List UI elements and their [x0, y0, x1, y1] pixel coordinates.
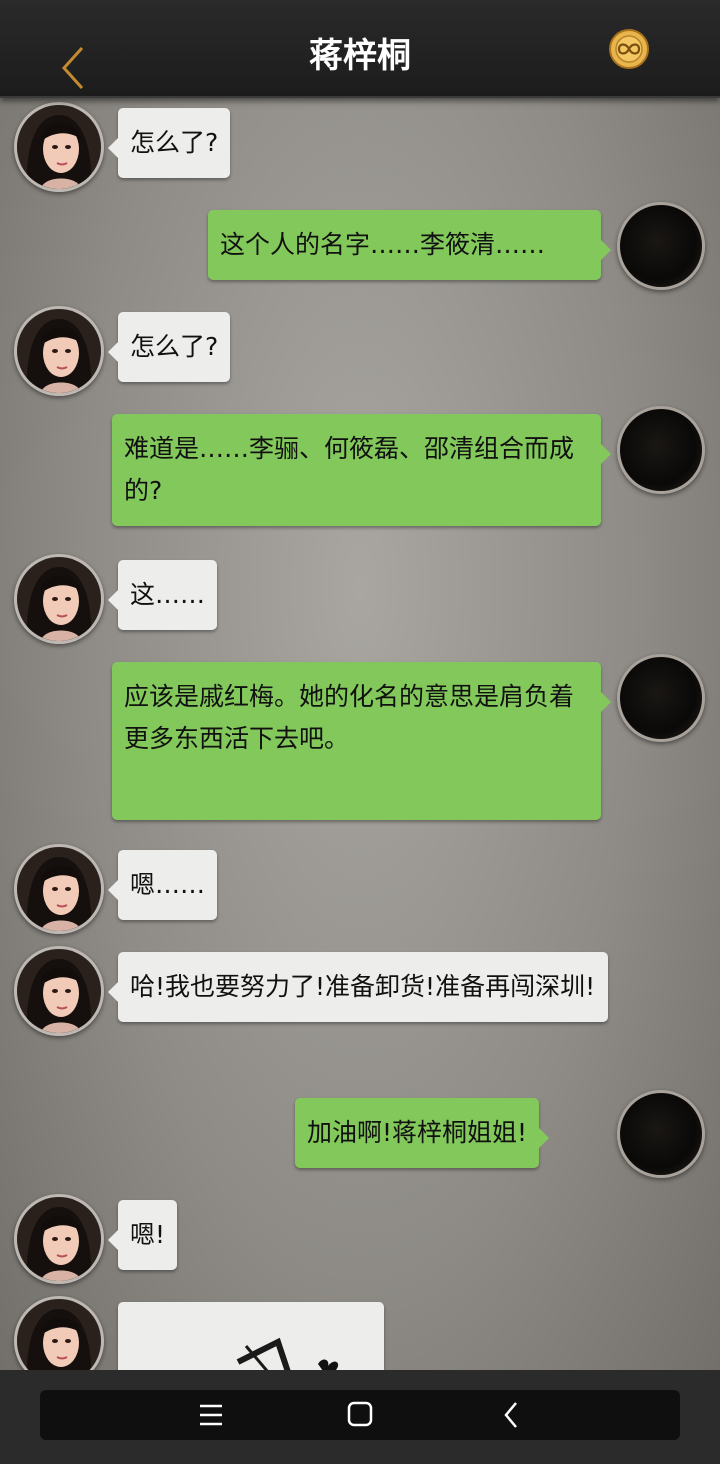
- message-text: 加油啊!蒋梓桐姐姐!: [307, 1118, 528, 1147]
- woman-portrait-icon: [17, 949, 101, 1033]
- my-avatar[interactable]: [617, 202, 705, 290]
- dark-avatar-icon: [620, 1093, 702, 1175]
- message-text: 这个人的名字……李筱清……: [220, 230, 546, 259]
- system-back-button[interactable]: [490, 1400, 530, 1430]
- message-bubble[interactable]: 嗯!: [107, 1200, 178, 1270]
- message-bubble[interactable]: 应该是戚红梅。她的化名的意思是肩负着更多东西活下去吧。: [112, 662, 611, 820]
- woman-portrait-icon: [17, 1197, 101, 1281]
- system-navigation-bar: [0, 1370, 720, 1464]
- message-text: 应该是戚红梅。她的化名的意思是肩负着更多东西活下去吧。: [124, 682, 575, 753]
- message-text: 这……: [130, 580, 206, 609]
- contact-avatar[interactable]: [14, 1194, 104, 1284]
- contact-avatar[interactable]: [14, 946, 104, 1036]
- message-text: 怎么了?: [130, 332, 219, 361]
- dark-avatar-icon: [620, 657, 702, 739]
- image-message-bubble[interactable]: [118, 1302, 384, 1370]
- woman-portrait-icon: [17, 105, 101, 189]
- sketch-drawing-icon: [236, 1337, 339, 1370]
- infinite-coin-button[interactable]: [608, 28, 650, 70]
- contact-avatar[interactable]: [14, 306, 104, 396]
- chat-header: 蒋梓桐: [0, 0, 720, 98]
- message-text: 嗯……: [130, 870, 206, 899]
- woman-portrait-icon: [17, 557, 101, 641]
- message-text: 嗯!: [130, 1220, 166, 1249]
- message-bubble[interactable]: 怎么了?: [107, 312, 231, 382]
- message-bubble[interactable]: 这个人的名字……李筱清……: [208, 210, 611, 280]
- menu-icon: [200, 1404, 222, 1426]
- contact-avatar[interactable]: [14, 1296, 104, 1370]
- message-bubble[interactable]: 这……: [107, 560, 218, 630]
- gold-coin-infinity-icon: [609, 29, 649, 69]
- dark-avatar-icon: [620, 205, 702, 287]
- dark-avatar-icon: [620, 409, 702, 491]
- home-button[interactable]: [340, 1400, 380, 1430]
- contact-avatar[interactable]: [14, 554, 104, 644]
- message-list[interactable]: 怎么了? 这个人的名字……李筱清…… 怎么了? 难道是……李骊、何筱磊、邵清组合…: [0, 98, 720, 1370]
- message-bubble[interactable]: 难道是……李骊、何筱磊、邵清组合而成的?: [112, 414, 611, 526]
- home-icon: [347, 1401, 373, 1427]
- my-avatar[interactable]: [617, 406, 705, 494]
- woman-portrait-icon: [17, 309, 101, 393]
- message-text: 难道是……李骊、何筱磊、邵清组合而成的?: [124, 434, 575, 505]
- contact-avatar[interactable]: [14, 844, 104, 934]
- my-avatar[interactable]: [617, 1090, 705, 1178]
- my-avatar[interactable]: [617, 654, 705, 742]
- message-bubble[interactable]: 嗯……: [107, 850, 218, 920]
- back-icon: [504, 1402, 517, 1428]
- message-text: 哈!我也要努力了!准备卸货!准备再闯深圳!: [130, 972, 596, 1001]
- message-text: 怎么了?: [130, 128, 219, 157]
- message-bubble[interactable]: 加油啊!蒋梓桐姐姐!: [295, 1098, 550, 1168]
- contact-avatar[interactable]: [14, 102, 104, 192]
- woman-portrait-icon: [17, 847, 101, 931]
- woman-portrait-icon: [17, 1299, 101, 1370]
- message-bubble[interactable]: 怎么了?: [107, 108, 231, 178]
- navigation-bar-inner: [40, 1390, 680, 1440]
- message-bubble[interactable]: 哈!我也要努力了!准备卸货!准备再闯深圳!: [108, 952, 608, 1022]
- menu-button[interactable]: [190, 1400, 230, 1430]
